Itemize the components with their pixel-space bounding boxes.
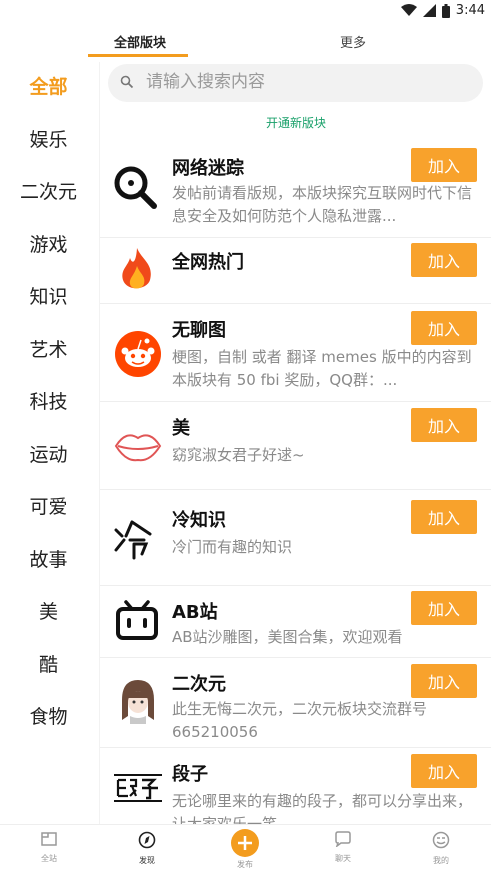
sidebar-item-tech[interactable]: 科技 xyxy=(0,387,97,414)
sidebar-item-all[interactable]: 全部 xyxy=(0,72,97,99)
board-title: 美 xyxy=(172,418,190,439)
compass-icon xyxy=(138,831,156,849)
nav-discover-label: 发现 xyxy=(139,856,155,865)
fire-icon xyxy=(122,248,151,289)
board-title: 无聊图 xyxy=(172,320,226,341)
list-item[interactable]: 冷知识 冷门而有趣的知识 加入 xyxy=(100,490,491,586)
sidebar-item-cute[interactable]: 可爱 xyxy=(0,492,97,519)
active-tab-indicator xyxy=(88,54,188,57)
tab-more[interactable]: 更多 xyxy=(340,32,366,51)
list-item[interactable]: 美 窈窕淑女君子好逑~ 加入 xyxy=(100,402,491,490)
sidebar-item-stories[interactable]: 故事 xyxy=(0,545,97,572)
board-title: AB站 xyxy=(172,602,218,623)
join-button[interactable]: 加入 xyxy=(411,408,477,442)
sidebar-item-sports[interactable]: 运动 xyxy=(0,440,97,467)
list-item[interactable]: AB站 AB站沙雕图，美图合集，欢迎观看 加入 xyxy=(100,586,491,658)
search-bar[interactable] xyxy=(108,64,483,102)
board-title: 段子 xyxy=(172,764,208,785)
board-description: 梗图，自制 或者 翻译 memes 版中的内容到本版块有 50 fbi 奖励，Q… xyxy=(172,348,472,389)
join-button[interactable]: 加入 xyxy=(411,664,477,698)
signal-icon xyxy=(422,4,436,17)
duanzi-text-icon xyxy=(114,774,162,802)
nav-chat[interactable]: 聊天 xyxy=(318,831,368,864)
board-title: 冷知识 xyxy=(172,510,226,531)
join-button[interactable]: 加入 xyxy=(411,591,477,625)
join-button[interactable]: 加入 xyxy=(411,148,477,182)
join-button[interactable]: 加入 xyxy=(411,754,477,788)
board-description: 发帖前请看版规，本版块探究互联网时代下信息安全及如何防范个人隐私泄露... xyxy=(172,184,473,225)
board-description: 冷门而有趣的知识 xyxy=(172,538,293,556)
plus-icon xyxy=(238,836,252,850)
board-title: 网络迷踪 xyxy=(172,158,244,179)
sidebar-item-entertainment[interactable]: 娱乐 xyxy=(0,125,97,152)
profile-icon xyxy=(432,831,450,849)
join-button[interactable]: 加入 xyxy=(411,500,477,534)
nav-profile[interactable]: 我的 xyxy=(416,831,466,866)
board-description: 窈窕淑女君子好逑~ xyxy=(172,446,305,464)
magnifier-icon xyxy=(114,166,157,209)
nav-discover[interactable]: 发现 xyxy=(122,831,172,866)
wifi-icon xyxy=(400,4,417,16)
lips-icon xyxy=(114,434,162,462)
reddit-icon xyxy=(115,331,161,377)
sidebar-item-acg[interactable]: 二次元 xyxy=(0,177,97,204)
sidebar-item-food[interactable]: 食物 xyxy=(0,702,97,729)
join-button[interactable]: 加入 xyxy=(411,243,477,277)
tab-all-boards[interactable]: 全部版块 xyxy=(114,32,166,51)
board-title: 二次元 xyxy=(172,674,226,695)
home-icon xyxy=(41,832,57,846)
board-description: 此生无悔二次元，二次元板块交流群号665210056 xyxy=(172,700,428,741)
search-input[interactable] xyxy=(146,72,466,92)
list-item[interactable]: 段子 无论哪里来的有趣的段子，都可以分享出来，让大家欢乐一笑 加入 xyxy=(100,748,491,824)
join-button[interactable]: 加入 xyxy=(411,311,477,345)
search-icon xyxy=(120,75,134,89)
status-bar: 3:44 xyxy=(0,0,491,22)
sidebar-item-cool[interactable]: 酷 xyxy=(0,650,97,677)
battery-icon xyxy=(441,3,450,18)
nav-publish[interactable]: 发布 xyxy=(220,829,270,870)
list-item[interactable]: 全网热门 加入 xyxy=(100,238,491,304)
top-tabs: 全部版块 更多 xyxy=(0,26,491,58)
category-sidebar: 全部 娱乐 二次元 游戏 知识 艺术 科技 运动 可爱 故事 美 酷 食物 xyxy=(0,62,97,824)
list-item[interactable]: 网络迷踪 发帖前请看版规，本版块探究互联网时代下信息安全及如何防范个人隐私泄露.… xyxy=(100,144,491,238)
nav-home-label: 全站 xyxy=(41,854,57,863)
nav-profile-label: 我的 xyxy=(433,856,449,865)
publish-button[interactable] xyxy=(231,829,259,857)
anime-girl-icon xyxy=(122,680,154,724)
nav-home[interactable]: 全站 xyxy=(24,831,74,864)
sidebar-item-knowledge[interactable]: 知识 xyxy=(0,282,97,309)
board-title: 全网热门 xyxy=(172,252,244,273)
sidebar-item-art[interactable]: 艺术 xyxy=(0,335,97,362)
open-new-board-link[interactable]: 开通新版块 xyxy=(100,114,491,131)
board-description: 无论哪里来的有趣的段子，都可以分享出来，让大家欢乐一笑 xyxy=(172,792,473,824)
sidebar-item-games[interactable]: 游戏 xyxy=(0,230,97,257)
list-item[interactable]: 无聊图 梗图，自制 或者 翻译 memes 版中的内容到本版块有 50 fbi … xyxy=(100,304,491,402)
chat-icon xyxy=(335,831,351,849)
nav-publish-label: 发布 xyxy=(237,860,253,869)
nav-chat-label: 聊天 xyxy=(335,854,351,863)
board-description: AB站沙雕图，美图合集，欢迎观看 xyxy=(172,628,403,646)
tv-icon xyxy=(116,600,158,640)
sidebar-item-beauty[interactable]: 美 xyxy=(0,597,97,624)
list-item[interactable]: 二次元 此生无悔二次元，二次元板块交流群号665210056 加入 xyxy=(100,658,491,748)
bottom-navigation: 全站 发现 发布 聊天 我的 xyxy=(0,824,491,874)
status-time: 3:44 xyxy=(455,3,485,18)
board-list: 开通新版块 网络迷踪 发帖前请看版规，本版块探究互联网时代下信息安全及如何防范个… xyxy=(99,62,491,824)
leng-calligraphy-icon xyxy=(114,520,152,560)
